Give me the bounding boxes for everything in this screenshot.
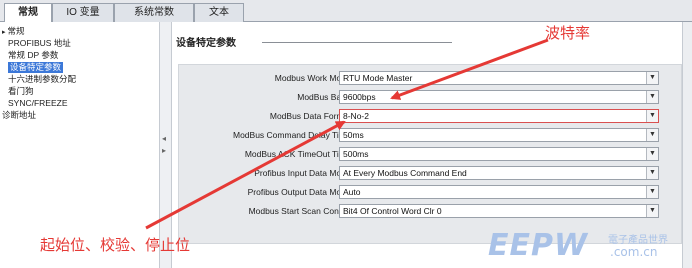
watermark-subtitle: 電子產品世界 [608, 235, 668, 246]
eepw-watermark: EEPW 電子產品世界 .com.cn [488, 226, 688, 266]
data-format-arrow [145, 120, 346, 230]
baud-rate-annotation: 波特率 [545, 24, 591, 42]
baud-rate-arrow [390, 38, 549, 100]
watermark-domain: .com.cn [610, 245, 658, 259]
eepw-logo: EEPW [488, 228, 589, 263]
data-format-annotation: 起始位、校验、停止位 [40, 236, 191, 254]
